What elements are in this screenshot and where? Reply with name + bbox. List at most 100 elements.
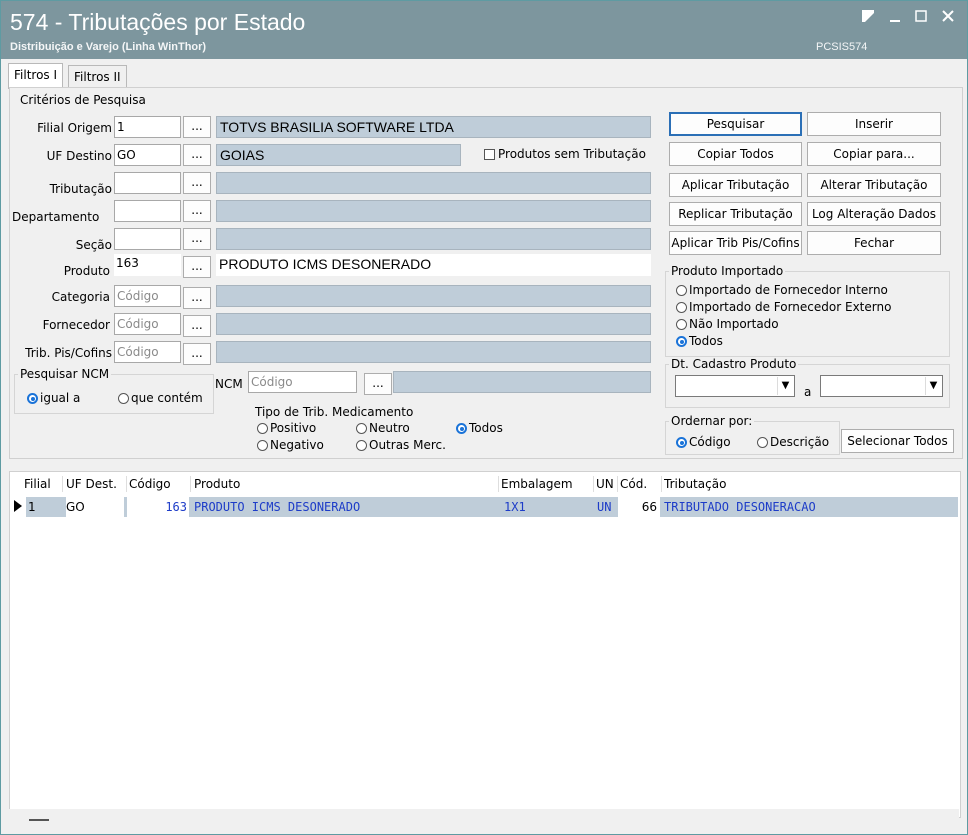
- importado-externo-radio[interactable]: Importado de Fornecedor Externo: [676, 300, 891, 314]
- selecionar-todos-button[interactable]: Selecionar Todos: [841, 429, 954, 453]
- departamento-lookup-button[interactable]: ...: [183, 200, 211, 222]
- produto-label: Produto: [63, 264, 110, 278]
- copiar-para-button[interactable]: Copiar para...: [807, 142, 941, 166]
- ncm-que-contem-radio[interactable]: que contém: [118, 391, 203, 405]
- uf-destino-input[interactable]: GO: [114, 144, 181, 166]
- cell-embalagem[interactable]: 1X1: [504, 497, 590, 517]
- medicamento-negativo-radio[interactable]: Negativo: [257, 438, 324, 452]
- filial-origem-lookup-button[interactable]: ...: [183, 116, 211, 138]
- chevron-down-icon[interactable]: ▼: [925, 377, 941, 395]
- medicamento-positivo-radio[interactable]: Positivo: [257, 421, 316, 435]
- nao-importado-radio[interactable]: Não Importado: [676, 317, 779, 331]
- fornecedor-label: Fornecedor: [42, 318, 110, 332]
- column-divider: [190, 476, 191, 492]
- ordenar-codigo-radio[interactable]: Código: [676, 435, 731, 449]
- secao-input[interactable]: [114, 228, 181, 250]
- ncm-lookup-button[interactable]: ...: [364, 373, 392, 395]
- tributacao-input[interactable]: [114, 172, 181, 194]
- trib-pis-cofins-label: Trib. Pis/Cofins: [25, 346, 112, 360]
- replicar-tributacao-button[interactable]: Replicar Tributação: [669, 202, 802, 226]
- restore-icon[interactable]: [859, 9, 877, 27]
- filial-origem-description: TOTVS BRASILIA SOFTWARE LTDA: [216, 116, 651, 138]
- cell-un[interactable]: UN: [597, 497, 617, 517]
- tributacao-description: [216, 172, 651, 194]
- column-header-uf-dest[interactable]: UF Dest.: [66, 474, 124, 494]
- secao-description: [216, 228, 651, 250]
- log-alteracao-dados-button[interactable]: Log Alteração Dados: [807, 202, 941, 226]
- main-window: 574 - Tributações por Estado Distribuiçã…: [0, 0, 968, 835]
- radio-icon: [757, 437, 768, 448]
- tab-filtros-i[interactable]: Filtros I: [8, 63, 64, 89]
- radio-icon: [356, 423, 367, 434]
- medicamento-todos-radio[interactable]: Todos: [456, 421, 503, 435]
- ncm-igual-a-label: igual a: [40, 391, 81, 405]
- medicamento-neutro-radio[interactable]: Neutro: [356, 421, 410, 435]
- pesquisar-button[interactable]: Pesquisar: [669, 112, 802, 136]
- tab-filtros-ii[interactable]: Filtros II: [68, 65, 127, 88]
- departamento-input[interactable]: [114, 200, 181, 222]
- column-header-embalagem[interactable]: Embalagem: [501, 474, 591, 494]
- trib-pis-cofins-input[interactable]: Código: [114, 341, 181, 363]
- importado-todos-radio[interactable]: Todos: [676, 334, 723, 348]
- inserir-button[interactable]: Inserir: [807, 112, 941, 136]
- produtos-sem-tributacao-checkbox[interactable]: Produtos sem Tributação: [484, 147, 646, 161]
- tipo-trib-medicamento-title: Tipo de Trib. Medicamento: [255, 405, 414, 419]
- cell-uf-dest[interactable]: GO: [66, 497, 124, 517]
- cell-tributacao[interactable]: TRIBUTADO DESONERACAO: [664, 497, 944, 517]
- radio-icon: [676, 302, 687, 313]
- secao-lookup-button[interactable]: ...: [183, 228, 211, 250]
- medicamento-negativo-label: Negativo: [270, 438, 324, 452]
- medicamento-outras-merc-radio[interactable]: Outras Merc.: [356, 438, 446, 452]
- medicamento-outras-merc-label: Outras Merc.: [369, 438, 446, 452]
- categoria-lookup-button[interactable]: ...: [183, 287, 211, 309]
- cell-cod[interactable]: 66: [618, 497, 660, 517]
- produto-lookup-button[interactable]: ...: [183, 256, 211, 278]
- ncm-igual-a-radio[interactable]: igual a: [27, 391, 80, 405]
- aplicar-tributacao-button[interactable]: Aplicar Tributação: [669, 173, 802, 197]
- trib-pis-cofins-description: [216, 341, 651, 363]
- filial-origem-input[interactable]: 1: [114, 116, 181, 138]
- results-grid[interactable]: Filial UF Dest. Código Produto Embalagem…: [9, 471, 961, 818]
- column-header-produto[interactable]: Produto: [194, 474, 494, 494]
- categoria-input[interactable]: Código: [114, 285, 181, 307]
- trib-pis-cofins-lookup-button[interactable]: ...: [183, 343, 211, 365]
- fornecedor-input[interactable]: Código: [114, 313, 181, 335]
- maximize-icon[interactable]: [912, 9, 930, 27]
- aplicar-trib-pis-cofins-button[interactable]: Aplicar Trib Pis/Cofins: [669, 231, 802, 255]
- dt-cadastro-to-select[interactable]: ▼: [820, 375, 943, 397]
- close-icon[interactable]: [939, 9, 957, 27]
- column-divider: [593, 476, 594, 492]
- tributacao-lookup-button[interactable]: ...: [183, 172, 211, 194]
- nao-importado-label: Não Importado: [689, 317, 779, 331]
- minimize-icon[interactable]: [886, 9, 904, 27]
- column-header-un[interactable]: UN: [596, 474, 616, 494]
- column-header-cod[interactable]: Cód.: [620, 474, 660, 494]
- cell-filial[interactable]: 1: [28, 497, 62, 517]
- alterar-tributacao-button[interactable]: Alterar Tributação: [807, 173, 941, 197]
- checkbox-icon: [484, 149, 495, 160]
- produtos-sem-tributacao-label: Produtos sem Tributação: [498, 147, 646, 161]
- column-header-codigo[interactable]: Código: [129, 474, 187, 494]
- radio-icon: [118, 393, 129, 404]
- departamento-description: [216, 200, 651, 222]
- ordenar-codigo-label: Código: [689, 435, 731, 449]
- dt-cadastro-separator: a: [804, 385, 812, 399]
- fechar-button[interactable]: Fechar: [807, 231, 941, 255]
- filial-origem-label: Filial Origem: [37, 121, 112, 135]
- chevron-down-icon[interactable]: ▼: [777, 377, 793, 395]
- routine-code: PCSIS574: [816, 41, 868, 53]
- dt-cadastro-from-select[interactable]: ▼: [675, 375, 795, 397]
- importado-interno-label: Importado de Fornecedor Interno: [689, 283, 888, 297]
- ordenar-descricao-radio[interactable]: Descrição: [757, 435, 829, 449]
- column-header-filial[interactable]: Filial: [24, 474, 60, 494]
- importado-interno-radio[interactable]: Importado de Fornecedor Interno: [676, 283, 888, 297]
- uf-destino-lookup-button[interactable]: ...: [183, 144, 211, 166]
- cell-produto[interactable]: PRODUTO ICMS DESONERADO: [194, 497, 494, 517]
- medicamento-neutro-label: Neutro: [369, 421, 410, 435]
- fornecedor-lookup-button[interactable]: ...: [183, 315, 211, 337]
- produto-input[interactable]: 163: [114, 254, 181, 276]
- ncm-input[interactable]: Código: [248, 371, 357, 393]
- column-header-tributacao[interactable]: Tributação: [664, 474, 864, 494]
- copiar-todos-button[interactable]: Copiar Todos: [669, 142, 802, 166]
- cell-codigo[interactable]: 163: [127, 497, 189, 517]
